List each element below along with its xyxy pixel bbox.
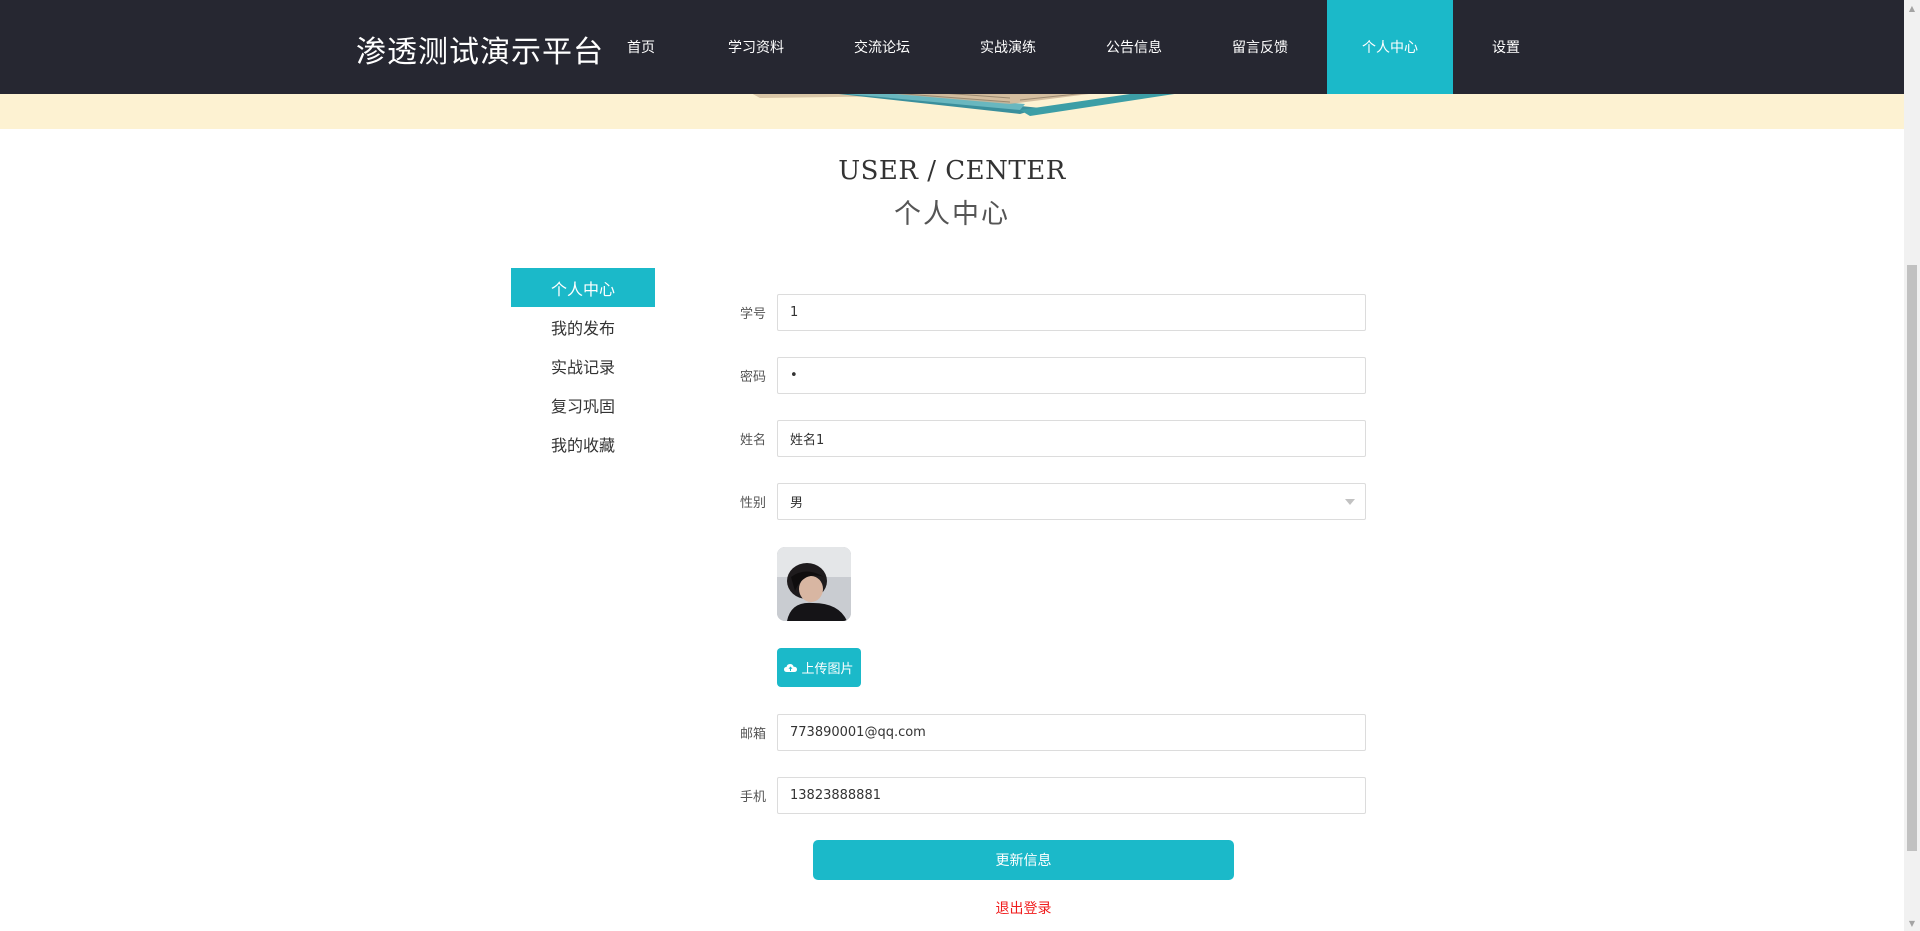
update-info-button[interactable]: 更新信息 bbox=[813, 840, 1234, 880]
logout-link[interactable]: 退出登录 bbox=[813, 898, 1234, 918]
book-illustration bbox=[752, 94, 1175, 116]
email-row: 邮箱 bbox=[740, 714, 1366, 751]
nav-item-announcements[interactable]: 公告信息 bbox=[1071, 0, 1197, 94]
student-id-input[interactable] bbox=[777, 294, 1366, 331]
side-item-practice-records[interactable]: 实战记录 bbox=[511, 346, 655, 385]
name-label: 姓名 bbox=[740, 433, 767, 448]
side-item-user-center[interactable]: 个人中心 bbox=[511, 268, 655, 307]
cloud-upload-icon bbox=[784, 663, 798, 672]
nav-item-practice[interactable]: 实战演练 bbox=[945, 0, 1071, 94]
name-row: 姓名 bbox=[740, 420, 1366, 457]
email-input[interactable] bbox=[777, 714, 1366, 751]
name-input[interactable] bbox=[777, 420, 1366, 457]
gender-select[interactable]: 男 bbox=[777, 483, 1366, 520]
scroll-up-arrow-icon[interactable]: ▲ bbox=[1904, 0, 1920, 16]
side-item-favorites[interactable]: 我的收藏 bbox=[511, 424, 655, 463]
phone-input[interactable] bbox=[777, 777, 1366, 814]
password-input[interactable] bbox=[777, 357, 1366, 394]
upload-image-label: 上传图片 bbox=[801, 662, 854, 677]
gender-row: 性别 男 bbox=[740, 483, 1366, 520]
phone-label: 手机 bbox=[740, 790, 767, 805]
main-nav: 首页 学习资料 交流论坛 实战演练 公告信息 留言反馈 个人中心 设置 bbox=[0, 0, 1904, 94]
gender-label: 性别 bbox=[740, 496, 767, 511]
nav-item-feedback[interactable]: 留言反馈 bbox=[1197, 0, 1323, 94]
student-id-row: 学号 bbox=[740, 294, 1366, 331]
scroll-thumb[interactable] bbox=[1907, 265, 1917, 851]
page-title-cn: 个人中心 bbox=[894, 199, 1010, 230]
password-row: 密码 bbox=[740, 357, 1366, 394]
page-scrollbar[interactable]: ▲ ▼ bbox=[1904, 0, 1920, 931]
phone-row: 手机 bbox=[740, 777, 1366, 814]
avatar-photo bbox=[777, 547, 851, 621]
avatar bbox=[777, 547, 851, 621]
scroll-down-arrow-icon[interactable]: ▼ bbox=[1904, 915, 1920, 931]
nav-item-study-materials[interactable]: 学习资料 bbox=[693, 0, 819, 94]
student-id-label: 学号 bbox=[740, 307, 767, 322]
gender-select-value: 男 bbox=[790, 496, 804, 511]
page-title-en: USER / CENTER bbox=[838, 156, 1066, 186]
top-navbar: 渗透测试演示平台 首页 学习资料 交流论坛 实战演练 公告信息 留言反馈 个人中… bbox=[0, 0, 1904, 94]
side-item-my-posts[interactable]: 我的发布 bbox=[511, 307, 655, 346]
side-menu: 个人中心 我的发布 实战记录 复习巩固 我的收藏 bbox=[511, 268, 655, 463]
upload-image-button[interactable]: 上传图片 bbox=[777, 648, 861, 687]
banner-image bbox=[0, 94, 1904, 129]
nav-item-forum[interactable]: 交流论坛 bbox=[819, 0, 945, 94]
side-item-review[interactable]: 复习巩固 bbox=[511, 385, 655, 424]
nav-item-user-center[interactable]: 个人中心 bbox=[1327, 0, 1453, 94]
nav-item-home[interactable]: 首页 bbox=[578, 0, 704, 94]
nav-item-settings[interactable]: 设置 bbox=[1443, 0, 1569, 94]
chevron-down-icon bbox=[1345, 499, 1355, 505]
password-label: 密码 bbox=[740, 370, 767, 385]
email-label: 邮箱 bbox=[740, 727, 767, 742]
